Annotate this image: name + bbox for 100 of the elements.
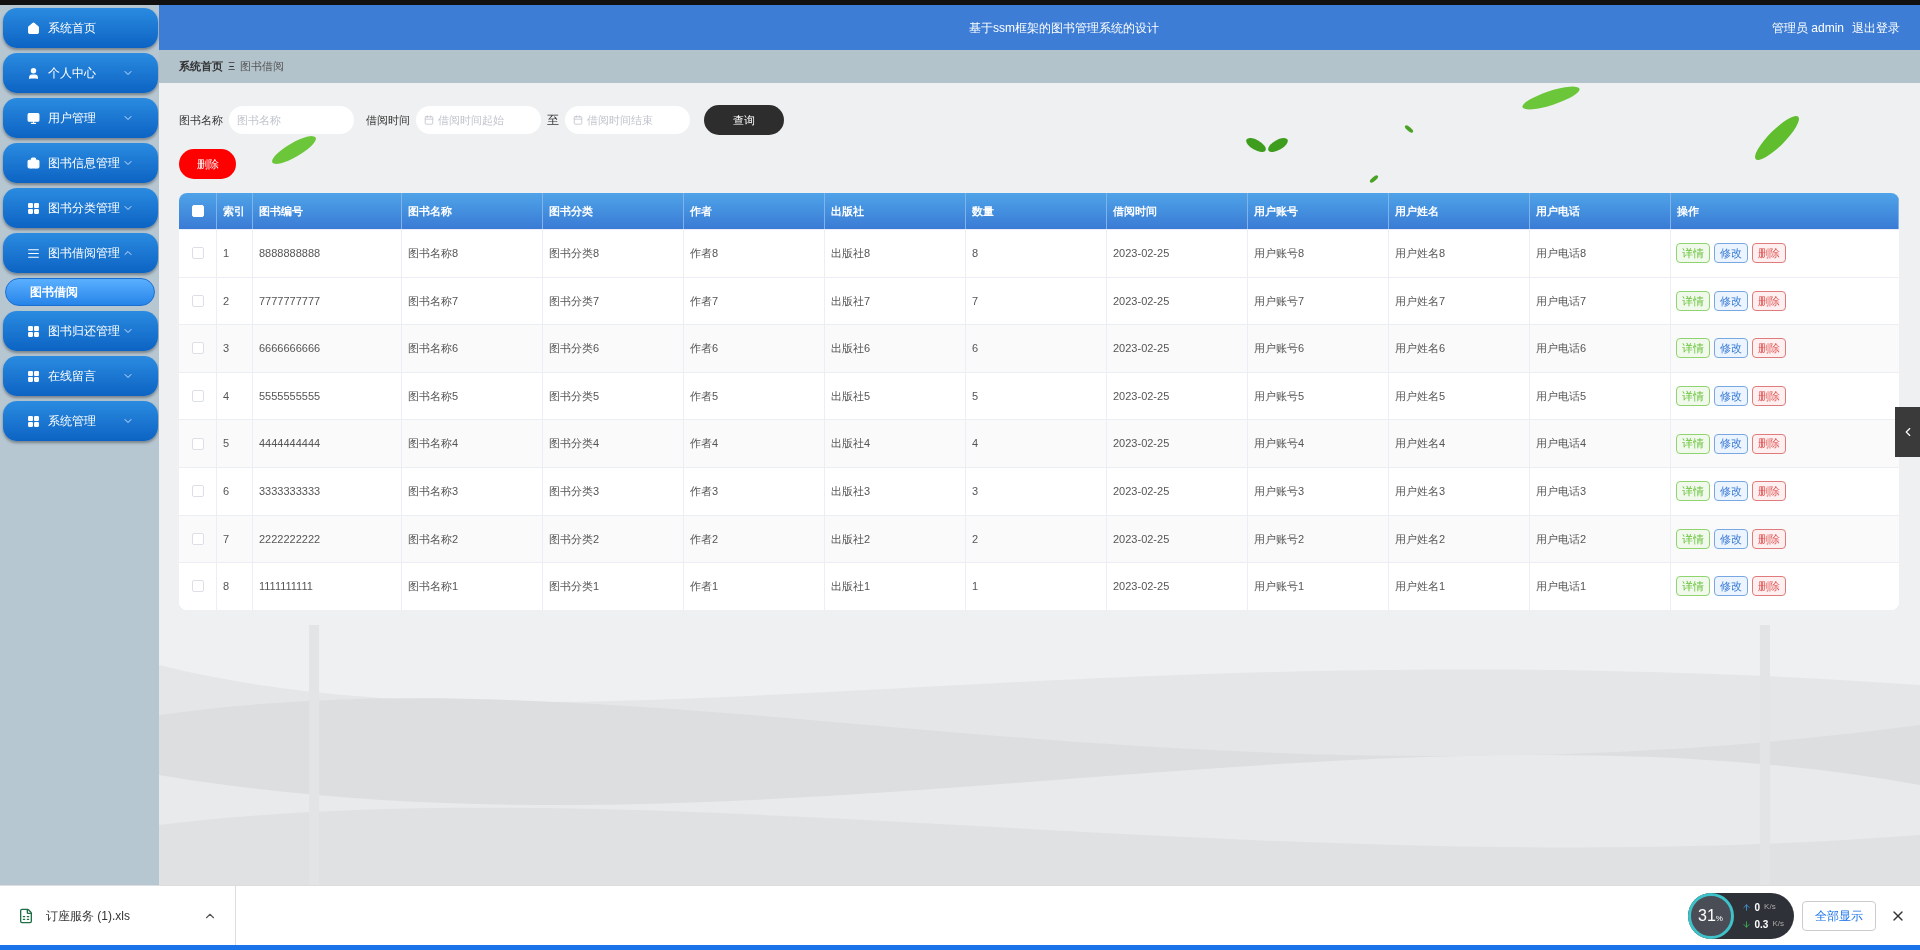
- book-name-field[interactable]: 图书名称: [229, 106, 354, 134]
- table-cell: 1111111111: [253, 563, 402, 610]
- show-all-button[interactable]: 全部显示: [1802, 900, 1876, 931]
- detail-button[interactable]: 详情: [1676, 576, 1710, 597]
- detail-button[interactable]: 详情: [1676, 386, 1710, 407]
- leaf-drawing: [1404, 125, 1414, 133]
- table-cell: 图书名称1: [402, 563, 543, 610]
- sidebar-item[interactable]: 系统管理: [3, 401, 158, 441]
- checkbox[interactable]: [191, 437, 204, 450]
- table-cell: 图书分类3: [543, 467, 684, 515]
- detail-button[interactable]: 详情: [1676, 481, 1710, 502]
- sidebar-item[interactable]: 图书分类管理: [3, 188, 158, 228]
- sidebar-item-label: 在线留言: [48, 368, 96, 385]
- query-button[interactable]: 查询: [704, 105, 784, 135]
- edit-button[interactable]: 修改: [1714, 576, 1748, 597]
- table-cell: 用户账号1: [1248, 563, 1389, 610]
- system-title: 基于ssm框架的图书管理系统的设计: [969, 19, 1159, 37]
- edit-button[interactable]: 修改: [1714, 528, 1748, 549]
- table-cell: 作者3: [684, 467, 825, 515]
- rate-unit: K/s: [1772, 918, 1784, 930]
- edit-button[interactable]: 修改: [1714, 433, 1748, 454]
- delete-button[interactable]: 删除: [1752, 243, 1786, 264]
- checkbox[interactable]: [191, 485, 204, 498]
- grid-icon: [27, 324, 40, 338]
- sidebar-item[interactable]: 个人中心: [3, 53, 158, 93]
- field-label: 图书名称: [179, 112, 223, 128]
- sidebar-item[interactable]: 用户管理: [3, 98, 158, 138]
- batch-delete-button[interactable]: 删除: [179, 149, 236, 179]
- table-cell: 图书分类4: [543, 420, 684, 467]
- table-cell: 4444444444: [253, 420, 402, 467]
- download-file-name[interactable]: 订座服务 (1).xls: [46, 906, 130, 925]
- sidebar-item[interactable]: 系统首页: [3, 8, 158, 48]
- detail-button[interactable]: 详情: [1676, 290, 1710, 311]
- delete-button[interactable]: 删除: [1752, 338, 1786, 359]
- sidebar-item-label: 系统首页: [48, 20, 96, 37]
- table-cell: 图书分类8: [543, 230, 684, 277]
- table-cell: 3: [966, 467, 1107, 515]
- table-cell: 6: [966, 325, 1107, 372]
- table-cell: 图书分类1: [543, 563, 684, 610]
- grid-icon: [27, 414, 40, 428]
- breadcrumb-link[interactable]: 系统首页: [179, 58, 223, 75]
- edit-button[interactable]: 修改: [1714, 243, 1748, 264]
- table-cell: 用户电话6: [1530, 325, 1671, 372]
- table-cell: 用户账号6: [1248, 325, 1389, 372]
- sidebar-item-label: 用户管理: [48, 110, 96, 127]
- monitor-icon: [27, 111, 40, 125]
- table-cell: 2023-02-25: [1107, 325, 1248, 372]
- table-cell: 用户姓名6: [1389, 325, 1530, 372]
- checkbox[interactable]: [191, 342, 204, 355]
- table-cell: 出版社3: [825, 467, 966, 515]
- delete-button[interactable]: 删除: [1752, 386, 1786, 407]
- table-cell: 图书名称8: [402, 230, 543, 277]
- table-cell: 用户姓名4: [1389, 420, 1530, 467]
- home-icon: [27, 21, 40, 35]
- detail-button[interactable]: 详情: [1676, 433, 1710, 454]
- table-cell: 2023-02-25: [1107, 420, 1248, 467]
- breadcrumb-current: 图书借阅: [240, 59, 285, 75]
- delete-button[interactable]: 删除: [1752, 528, 1786, 549]
- detail-button[interactable]: 详情: [1676, 338, 1710, 359]
- admin-user: 管理员 admin: [1771, 19, 1844, 37]
- table-cell: 图书名称3: [402, 467, 543, 515]
- sidebar-item[interactable]: 图书归还管理: [3, 311, 158, 351]
- edit-button[interactable]: 修改: [1714, 290, 1748, 311]
- table-cell: 2023-02-25: [1107, 467, 1248, 515]
- leaf-drawing: [1519, 85, 1583, 111]
- checkbox[interactable]: [191, 580, 204, 593]
- delete-button[interactable]: 删除: [1752, 481, 1786, 502]
- delete-button[interactable]: 删除: [1752, 576, 1786, 597]
- table-cell: 出版社1: [825, 563, 966, 610]
- sidebar-item[interactable]: 图书借阅管理: [3, 233, 158, 273]
- table-cell: 作者6: [684, 325, 825, 372]
- sidebar-item[interactable]: 图书信息管理: [3, 143, 158, 183]
- sidebar-item[interactable]: 在线留言: [3, 356, 158, 396]
- collapse-handle[interactable]: [1895, 407, 1920, 457]
- sidebar-item-label: 图书借阅管理: [48, 245, 120, 262]
- delete-button[interactable]: 删除: [1752, 290, 1786, 311]
- sidebar-subitem[interactable]: 图书借阅: [5, 278, 155, 306]
- checkbox[interactable]: [191, 390, 204, 403]
- user-icon: [27, 66, 40, 80]
- edit-button[interactable]: 修改: [1714, 386, 1748, 407]
- logout-link[interactable]: 退出登录: [1852, 18, 1900, 37]
- leaf-drawing: [269, 135, 319, 165]
- table-cell: 8: [217, 563, 253, 610]
- table-cell: 4: [966, 420, 1107, 467]
- checkbox[interactable]: [191, 532, 204, 545]
- delete-button[interactable]: 删除: [1752, 433, 1786, 454]
- table-cell: 用户账号3: [1248, 467, 1389, 515]
- table-cell: 3333333333: [253, 467, 402, 515]
- spreadsheet-icon: [18, 907, 34, 924]
- detail-button[interactable]: 详情: [1676, 528, 1710, 549]
- checkbox[interactable]: [191, 247, 204, 260]
- checkbox[interactable]: [191, 294, 204, 307]
- range-separator: 至: [547, 112, 559, 129]
- breadcrumb-separator: Ξ: [228, 59, 236, 75]
- edit-button[interactable]: 修改: [1714, 338, 1748, 359]
- sidebar-item-label: 图书归还管理: [48, 323, 120, 340]
- detail-button[interactable]: 详情: [1676, 243, 1710, 264]
- edit-button[interactable]: 修改: [1714, 481, 1748, 502]
- table-cell: 用户电话4: [1530, 420, 1671, 467]
- sidebar-item-label: 图书信息管理: [48, 155, 120, 172]
